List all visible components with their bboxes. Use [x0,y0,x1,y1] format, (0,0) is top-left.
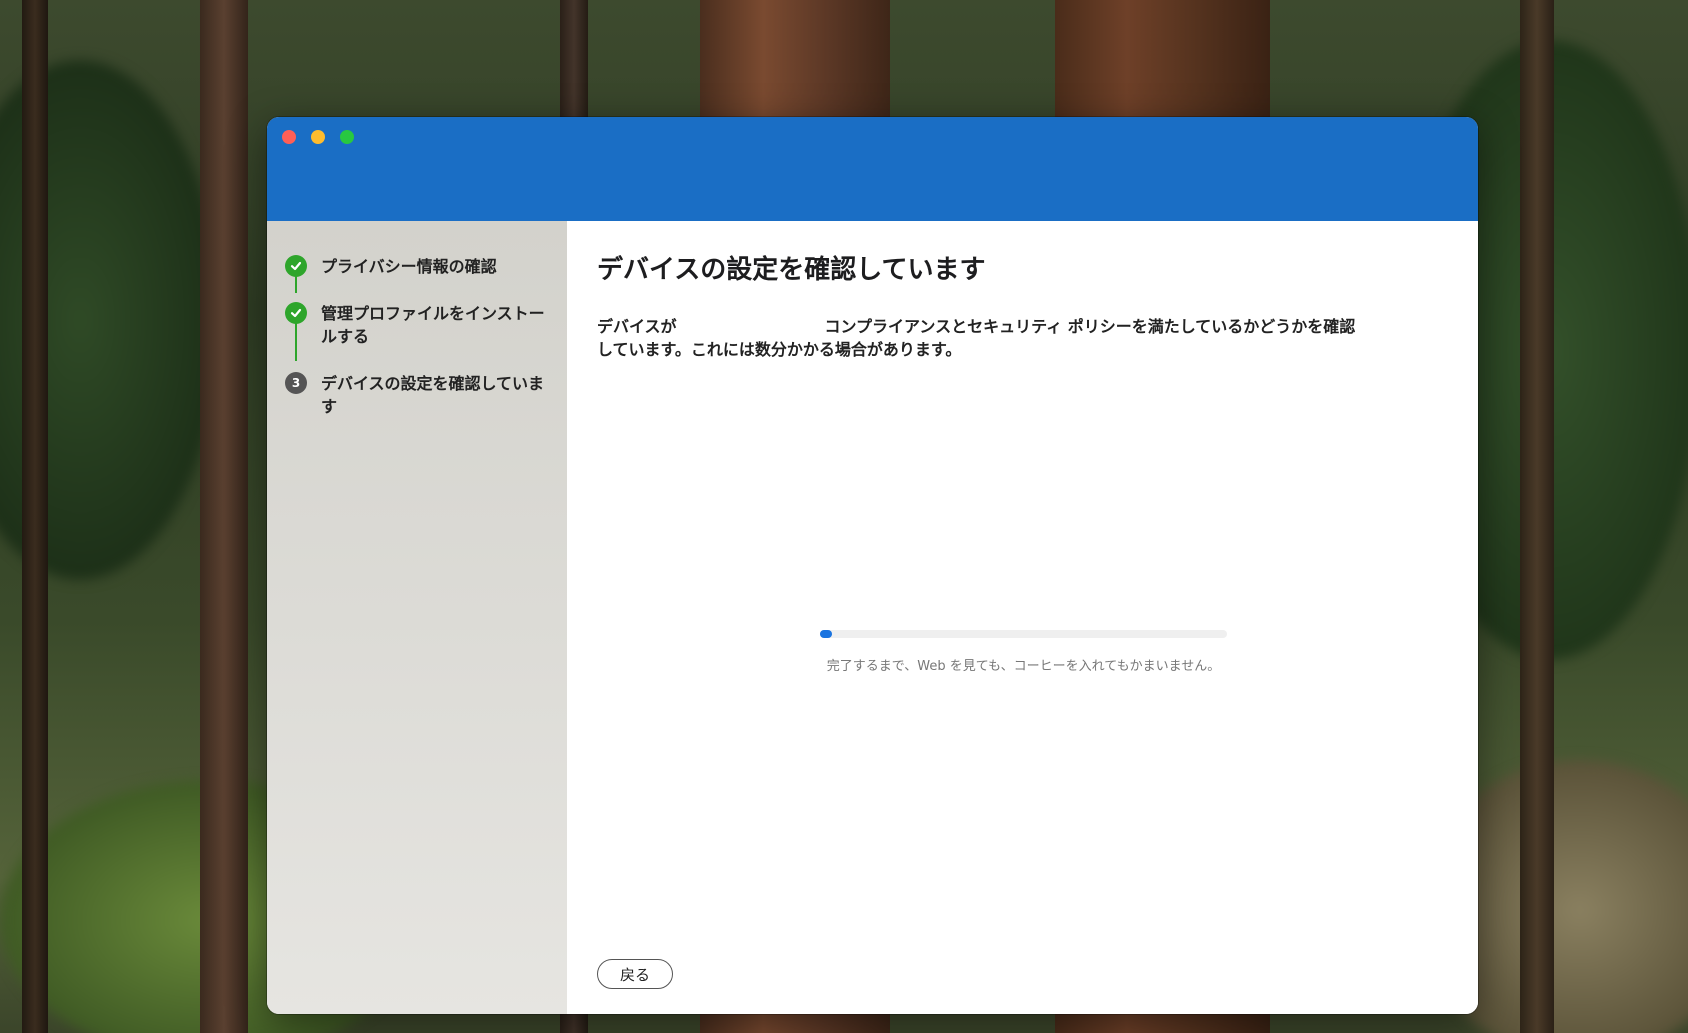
description-text: デバイスが [597,317,677,336]
close-window-button[interactable] [282,130,296,144]
progress-bar [820,630,1227,638]
step-label: プライバシー情報の確認 [321,257,497,276]
back-button[interactable]: 戻る [597,959,673,989]
minimize-window-button[interactable] [311,130,325,144]
main-content: デバイスの設定を確認しています デバイスが コンプライアンスとセキュリティ ポリシ… [567,221,1478,1014]
progress-hint: 完了するまで、Web を見ても、コーヒーを入れてもかまいません。 [826,659,1221,674]
step-label: デバイスの設定を確認しています [321,374,545,416]
page-title: デバイスの設定を確認しています [597,255,986,285]
title-bar [267,117,1478,221]
checkmark-icon [285,255,307,277]
description-text: コンプライアンスとセキュリティ ポリシーを満たしているかどうかを確認 [824,317,1356,336]
step-number-badge: 3 [285,372,307,394]
description-text: しています。これには数分かかる場合があります。 [597,340,962,359]
checkmark-icon [285,302,307,324]
zoom-window-button[interactable] [340,130,354,144]
redacted-text [676,318,825,332]
steps-sidebar: プライバシー情報の確認 管理プロファイルをインストールする 3 デバイスの設定を… [267,221,567,1014]
description: デバイスが コンプライアンスとセキュリティ ポリシーを満たしているかどうかを確認 … [597,315,1457,361]
progress-fill [820,630,833,638]
setup-window: プライバシー情報の確認 管理プロファイルをインストールする 3 デバイスの設定を… [267,117,1478,1014]
step-label: 管理プロファイルをインストールする [321,304,545,346]
